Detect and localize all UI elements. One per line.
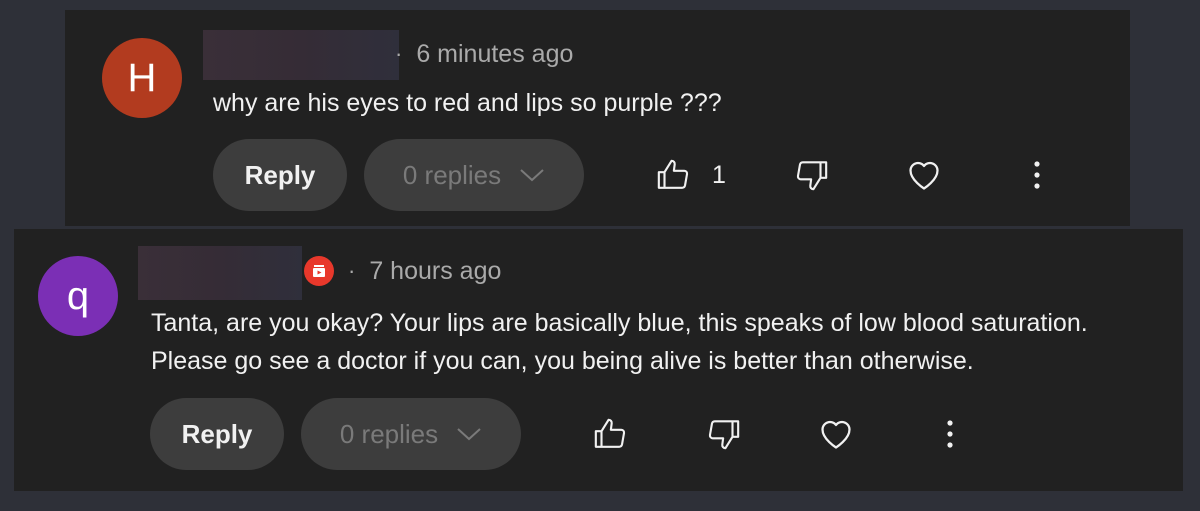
comment-meta: · 7 hours ago (304, 255, 501, 287)
like-button[interactable] (593, 417, 627, 451)
avatar[interactable]: H (102, 38, 182, 118)
heart-icon (906, 158, 942, 192)
chevron-down-icon (519, 167, 545, 183)
comment-text-line: Please go see a doctor if you can, you b… (151, 347, 974, 375)
replies-dropdown-button[interactable]: 0 replies (301, 398, 521, 470)
comment-text: Tanta, are you okay? Your lips are basic… (151, 304, 1088, 380)
reply-button-label: Reply (244, 159, 316, 190)
reply-button[interactable]: Reply (150, 398, 284, 470)
thumbs-up-icon (656, 158, 690, 192)
comment-card: H · 6 minutes ago why are his eyes to re… (65, 10, 1130, 226)
more-options-button[interactable] (946, 419, 954, 449)
more-vertical-icon (946, 419, 954, 449)
avatar[interactable]: q (38, 256, 118, 336)
replies-label: 0 replies (402, 159, 502, 190)
more-vertical-icon (1033, 160, 1041, 190)
reply-button-label: Reply (181, 418, 253, 449)
thumbs-up-icon (593, 417, 627, 451)
redacted-username (203, 30, 399, 80)
redacted-username (138, 246, 302, 300)
like-count: 1 (712, 160, 726, 189)
thumbs-down-icon (707, 417, 741, 451)
heart-button[interactable] (818, 417, 854, 451)
more-options-button[interactable] (1033, 160, 1041, 190)
meta-separator: · (348, 258, 356, 283)
heart-icon (818, 417, 854, 451)
member-badge-icon[interactable] (304, 256, 334, 286)
comment-text-line: why are his eyes to red and lips so purp… (213, 89, 722, 117)
replies-dropdown-button[interactable]: 0 replies (364, 139, 584, 211)
avatar-letter: H (127, 56, 157, 100)
comment-text: why are his eyes to red and lips so purp… (213, 84, 722, 122)
chevron-down-icon (456, 426, 482, 442)
replies-label: 0 replies (339, 418, 439, 449)
comment-meta: · 6 minutes ago (395, 38, 573, 70)
like-button[interactable]: 1 (656, 158, 726, 192)
thumbs-down-icon (795, 158, 829, 192)
comment-card: q · 7 hours ago Tanta, are you okay? You… (14, 229, 1183, 491)
comment-text-line: Tanta, are you okay? Your lips are basic… (151, 309, 1088, 337)
comment-timestamp[interactable]: 7 hours ago (369, 257, 501, 286)
comment-timestamp[interactable]: 6 minutes ago (416, 40, 573, 69)
meta-separator: · (395, 41, 403, 66)
avatar-letter: q (66, 274, 90, 318)
heart-button[interactable] (906, 158, 942, 192)
dislike-button[interactable] (707, 417, 741, 451)
reply-button[interactable]: Reply (213, 139, 347, 211)
dislike-button[interactable] (795, 158, 829, 192)
